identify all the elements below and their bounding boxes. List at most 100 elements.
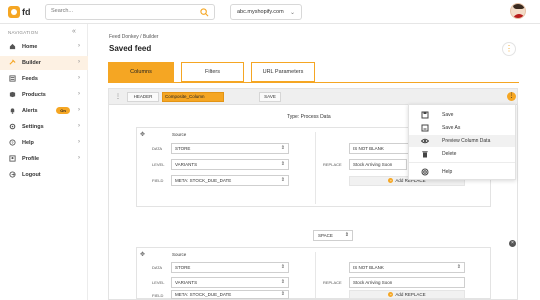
field-select[interactable]: META: STOCK_DUE_DATE ⇕ bbox=[171, 175, 289, 186]
page-title: Saved feed bbox=[109, 44, 152, 53]
chevron-right-icon: › bbox=[78, 91, 80, 97]
chevron-right-icon: › bbox=[78, 107, 80, 113]
level-value: VARIANTS bbox=[175, 162, 198, 167]
column-menu-icon[interactable]: ⋮ bbox=[507, 92, 516, 101]
sidebar-item-home[interactable]: Home › bbox=[0, 40, 88, 54]
menu-item-save-as[interactable]: Save As bbox=[409, 122, 515, 134]
sidebar-item-logout[interactable]: Logout bbox=[0, 168, 88, 182]
data-value: STORE bbox=[175, 146, 191, 151]
sidebar-item-builder[interactable]: Builder › bbox=[0, 56, 88, 70]
move-icon[interactable]: ✥ bbox=[140, 251, 145, 258]
tab-underline bbox=[108, 82, 519, 83]
store-select[interactable]: abc.myshopify.com ⌄ bbox=[230, 4, 302, 20]
drag-handle-icon[interactable]: ⋮ bbox=[115, 93, 121, 100]
type-label: Type: Process Data bbox=[287, 114, 331, 120]
condition-value: IS NOT BLANK bbox=[353, 146, 384, 151]
column-name-field[interactable]: Composite_Column bbox=[162, 92, 224, 102]
data-select[interactable]: STORE ⇕ bbox=[171, 143, 289, 154]
menu-item-save[interactable]: Save bbox=[409, 109, 515, 121]
level-select[interactable]: VARIANTS ⇕ bbox=[171, 277, 289, 288]
menu-item-label: Preview Column Data bbox=[442, 138, 491, 144]
sidebar-item-label: Builder bbox=[22, 60, 41, 66]
tab-filters[interactable]: Filters bbox=[181, 62, 244, 82]
more-options-icon[interactable]: ⋮ bbox=[502, 42, 516, 56]
menu-item-preview-column-data[interactable]: Preview Column Data bbox=[409, 135, 515, 147]
column-menu: Save Save As Preview Column Data Delete … bbox=[408, 104, 516, 180]
up-down-icon: ⇕ bbox=[280, 145, 285, 151]
builder-icon bbox=[9, 59, 16, 65]
separator-select[interactable]: SPACE ⇕ bbox=[313, 230, 353, 241]
chevron-right-icon: › bbox=[78, 75, 80, 81]
move-icon[interactable]: ✥ bbox=[140, 131, 145, 138]
plus-icon: + bbox=[388, 292, 394, 298]
avatar-shirt bbox=[513, 14, 525, 18]
logo-text: fd bbox=[22, 7, 31, 17]
condition-value: IS NOT BLANK bbox=[353, 265, 384, 270]
menu-item-label: Delete bbox=[442, 151, 457, 157]
sidebar-item-help[interactable]: ? Help › bbox=[0, 136, 88, 150]
data-value: STORE bbox=[175, 265, 191, 270]
sidebar-item-label: Home bbox=[22, 44, 38, 50]
app: fd Search... abc.myshopify.com ⌄ NAVIGAT… bbox=[0, 0, 540, 300]
sidebar-item-label: Profile bbox=[22, 156, 40, 162]
remove-icon[interactable]: × bbox=[509, 240, 516, 247]
logo[interactable]: fd bbox=[8, 4, 36, 20]
up-down-icon: ⇕ bbox=[280, 264, 285, 270]
chevron-right-icon: › bbox=[78, 139, 80, 145]
menu-item-delete[interactable]: Delete bbox=[409, 148, 515, 160]
chevron-down-icon: ⌄ bbox=[289, 10, 295, 16]
menu-item-label: Save bbox=[442, 112, 454, 118]
gear-icon bbox=[9, 123, 16, 130]
data-select[interactable]: STORE ⇕ bbox=[171, 262, 289, 273]
field-label: FIELD bbox=[152, 293, 164, 298]
sidebar-item-profile[interactable]: Profile › bbox=[0, 152, 88, 166]
avatar-hair bbox=[513, 4, 525, 9]
chevron-right-icon: › bbox=[78, 59, 80, 65]
level-label: LEVEL bbox=[152, 162, 165, 167]
avatar[interactable] bbox=[510, 3, 526, 19]
save-button[interactable]: SAVE bbox=[259, 92, 281, 102]
field-select[interactable]: META: STOCK_DUE_DATE ⇕ bbox=[171, 290, 289, 299]
condition-select[interactable]: IS NOT BLANK ⇕ bbox=[349, 262, 465, 273]
up-down-icon: ⇕ bbox=[344, 232, 349, 238]
menu-item-help[interactable]: Help bbox=[409, 166, 515, 178]
alerts-icon bbox=[10, 108, 15, 114]
chevron-right-icon: › bbox=[78, 155, 80, 161]
help-icon bbox=[421, 168, 429, 176]
search-input[interactable]: Search... bbox=[45, 4, 215, 20]
sidebar-item-alerts[interactable]: Alerts On › bbox=[0, 104, 88, 118]
source-heading: Source bbox=[172, 252, 187, 257]
level-label: LEVEL bbox=[152, 280, 165, 285]
eye-icon bbox=[421, 138, 429, 144]
up-down-icon: ⇕ bbox=[280, 177, 285, 183]
replace-label: REPLACE bbox=[323, 162, 342, 167]
up-down-icon: ⇕ bbox=[280, 161, 285, 167]
profile-icon bbox=[9, 155, 16, 162]
tab-columns[interactable]: Columns bbox=[108, 62, 174, 82]
level-select[interactable]: VARIANTS ⇕ bbox=[171, 159, 289, 170]
source-heading: Source bbox=[172, 132, 187, 137]
sidebar-item-products[interactable]: Products › bbox=[0, 88, 88, 102]
up-down-icon: ⇕ bbox=[456, 264, 461, 270]
sidebar-item-label: Logout bbox=[22, 172, 41, 178]
field-label: FIELD bbox=[152, 178, 164, 183]
home-icon bbox=[9, 43, 16, 50]
sidebar: NAVIGATION « Home › Builder › Feeds › Pr… bbox=[0, 24, 88, 300]
replace-field[interactable]: Stock Arriving Soon bbox=[349, 159, 407, 170]
search-icon[interactable] bbox=[200, 8, 209, 17]
breadcrumb[interactable]: Feed Donkey / Builder bbox=[109, 34, 158, 40]
menu-item-label: Help bbox=[442, 169, 453, 175]
sidebar-item-settings[interactable]: Settings › bbox=[0, 120, 88, 134]
tab-url-parameters[interactable]: URL Parameters bbox=[251, 62, 315, 82]
replace-label: REPLACE bbox=[323, 280, 342, 285]
add-replace-button[interactable]: + Add REPLACE bbox=[349, 290, 465, 299]
field-value: META: STOCK_DUE_DATE bbox=[175, 292, 232, 297]
replace-field[interactable]: Stock Arriving Soon bbox=[349, 277, 465, 288]
collapse-icon[interactable]: « bbox=[72, 28, 76, 35]
plus-icon: + bbox=[388, 178, 394, 184]
sidebar-item-feeds[interactable]: Feeds › bbox=[0, 72, 88, 86]
column-toolbar: ⋮ HEADER Composite_Column SAVE ⋮ bbox=[109, 89, 517, 105]
chevron-right-icon: › bbox=[78, 123, 80, 129]
header-button[interactable]: HEADER bbox=[127, 92, 159, 102]
divider bbox=[315, 252, 316, 298]
